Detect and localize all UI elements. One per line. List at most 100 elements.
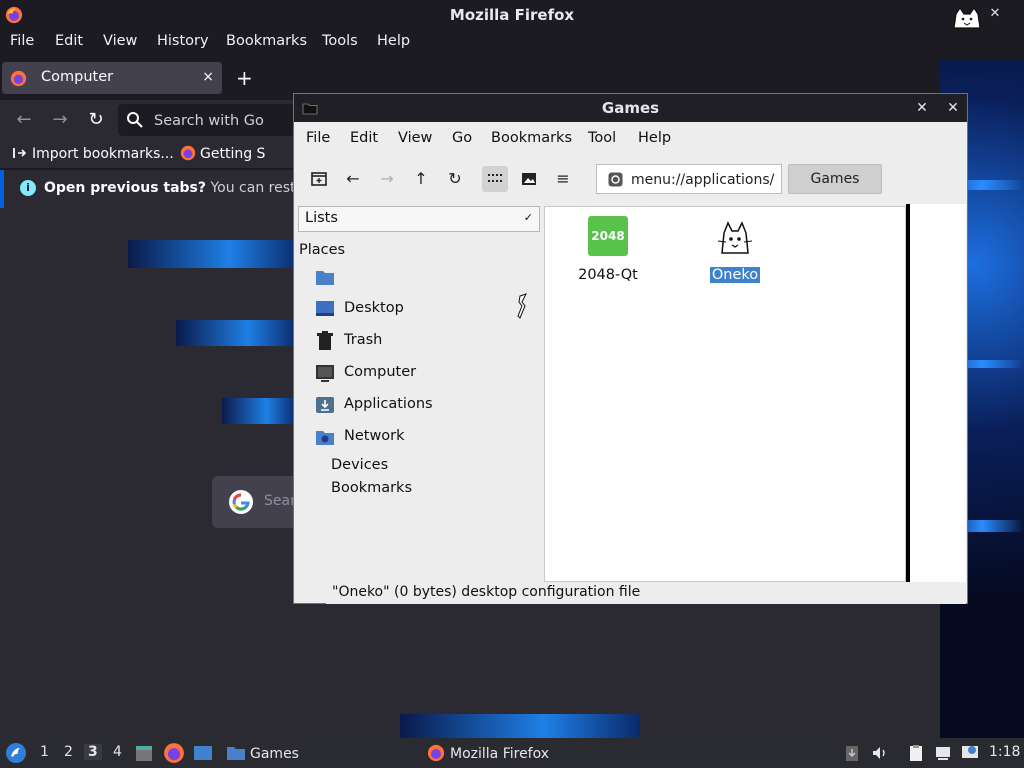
computer-icon <box>316 365 334 382</box>
games-close-button[interactable]: ✕ <box>943 98 963 118</box>
up-arrow-icon[interactable]: ↑ <box>408 166 434 192</box>
oneko-cat-icon <box>953 6 981 29</box>
file-item-oneko[interactable]: Oneko <box>690 215 780 283</box>
file-view-scroll-edge <box>906 204 966 582</box>
status-bar: "Oneko" (0 bytes) desktop configuration … <box>326 582 966 604</box>
chevron-down-icon: ✓ <box>523 211 533 224</box>
tab-computer[interactable]: Computer × <box>2 62 222 94</box>
bookmark-import-label: Import bookmarks... <box>32 146 174 162</box>
icon-view-icon[interactable] <box>482 166 508 192</box>
network-tray-icon[interactable] <box>933 743 953 763</box>
games-menu-bookmarks[interactable]: Bookmarks <box>491 130 572 146</box>
games-menu-edit[interactable]: Edit <box>350 130 378 146</box>
firefox-menu-help[interactable]: Help <box>377 33 410 49</box>
file-manager-launcher-icon[interactable] <box>133 742 155 764</box>
file-item-2048-qt[interactable]: 2048 2048-Qt <box>563 215 653 283</box>
status-text: "Oneko" (0 bytes) desktop configuration … <box>332 584 641 600</box>
side-pane: Lists ✓ Places dartz Desktop Trash Compu… <box>296 204 542 582</box>
firefox-favicon-icon <box>10 70 27 87</box>
path-breadcrumb-games[interactable]: Games <box>788 164 882 194</box>
workspace-2[interactable]: 2 <box>64 744 73 760</box>
tab-title: Computer <box>41 69 114 85</box>
folder-icon <box>227 747 245 760</box>
task-label: Games <box>250 746 299 762</box>
firefox-menu-file[interactable]: File <box>10 33 34 49</box>
network-icon <box>316 431 334 445</box>
workspace-1[interactable]: 1 <box>40 744 49 760</box>
firefox-menu-edit[interactable]: Edit <box>55 33 83 49</box>
firefox-menu-history[interactable]: History <box>157 33 209 49</box>
2048-app-icon: 2048 <box>588 216 628 256</box>
google-icon <box>229 490 253 514</box>
compact-view-icon[interactable]: ≡ <box>550 166 576 192</box>
sidebar-item-label: Network <box>344 428 405 444</box>
new-tab-button[interactable]: + <box>236 66 253 90</box>
firefox-menu-bookmarks[interactable]: Bookmarks <box>226 33 307 49</box>
back-arrow-icon[interactable]: ← <box>340 166 366 192</box>
forward-arrow-icon[interactable]: → <box>48 108 72 132</box>
firefox-close-button[interactable]: ✕ <box>988 7 1002 21</box>
firefox-menu-tools[interactable]: Tools <box>322 33 358 49</box>
search-icon <box>127 112 143 128</box>
back-arrow-icon[interactable]: ← <box>12 108 36 132</box>
updates-tray-icon[interactable] <box>842 743 862 763</box>
places-header: Places <box>299 242 346 258</box>
task-firefox[interactable]: Mozilla Firefox <box>426 744 549 762</box>
firefox-icon <box>427 744 445 762</box>
firefox-menubar: File Edit View History Bookmarks Tools H… <box>0 30 1024 60</box>
firefox-favicon-icon <box>180 145 196 161</box>
location-icon <box>608 172 623 187</box>
applications-icon <box>316 397 334 413</box>
render-artifact <box>128 240 298 268</box>
notification-icon[interactable] <box>960 743 980 763</box>
firefox-window-title: Mozilla Firefox <box>449 6 575 24</box>
clipboard-icon[interactable] <box>906 743 926 763</box>
sidebar-item-label: Desktop <box>344 300 404 316</box>
infobar-text: You can resto <box>210 180 305 196</box>
task-label: Mozilla Firefox <box>450 746 550 762</box>
bookmarks-header[interactable]: Bookmarks <box>331 480 412 496</box>
reload-icon[interactable]: ↻ <box>84 108 108 132</box>
taskbar: 1 2 3 4 Games Mozilla Firefox 1:18 <box>0 738 1024 768</box>
firefox-menu-view[interactable]: View <box>103 33 137 49</box>
render-artifact <box>222 398 296 424</box>
games-menu-tool[interactable]: Tool <box>588 130 616 146</box>
games-menubar: File Edit View Go Bookmarks Tool Help <box>294 122 967 154</box>
workspace-4[interactable]: 4 <box>113 744 122 760</box>
side-pane-mode-select[interactable]: Lists ✓ <box>298 206 540 232</box>
file-name: Oneko <box>709 267 761 283</box>
infobar-message: Open previous tabs? You can resto <box>44 180 304 196</box>
games-menu-view[interactable]: View <box>398 130 432 146</box>
new-tab-icon[interactable] <box>306 166 332 192</box>
games-file-manager-window: Games ✕ ✕ File Edit View Go Bookmarks To… <box>293 93 968 604</box>
show-desktop-icon[interactable] <box>192 742 214 764</box>
volume-icon[interactable] <box>870 743 890 763</box>
workspace-3[interactable]: 3 <box>84 744 102 760</box>
desktop-icon <box>316 301 334 316</box>
games-close-button-inner[interactable]: ✕ <box>912 98 932 118</box>
file-name: 2048-Qt <box>578 267 638 283</box>
devices-header[interactable]: Devices <box>331 457 388 473</box>
thumbnail-view-icon[interactable] <box>516 166 542 192</box>
games-menu-go[interactable]: Go <box>452 130 472 146</box>
forward-arrow-icon[interactable]: → <box>374 166 400 192</box>
games-titlebar[interactable]: Games ✕ ✕ <box>294 94 967 122</box>
file-view[interactable]: 2048 2048-Qt Oneko <box>544 206 906 582</box>
sidebar-item-label: dartz <box>344 268 382 284</box>
bookmark-getting-started[interactable]: Getting S <box>180 145 265 162</box>
infobar-title: Open previous tabs? <box>44 180 207 196</box>
bookmark-import[interactable]: Import bookmarks... <box>12 145 174 162</box>
task-games[interactable]: Games <box>226 744 299 762</box>
games-menu-help[interactable]: Help <box>638 130 671 146</box>
games-menu-file[interactable]: File <box>306 130 330 146</box>
reload-icon[interactable]: ↻ <box>442 166 468 192</box>
bookmark-getting-started-label: Getting S <box>200 146 266 162</box>
firefox-launcher-icon[interactable] <box>163 742 185 764</box>
location-input[interactable] <box>629 169 783 191</box>
trash-icon <box>317 331 333 350</box>
games-window-title: Games <box>601 99 660 117</box>
start-menu-icon[interactable] <box>5 742 27 764</box>
location-bar[interactable] <box>596 164 783 194</box>
tab-close-icon[interactable]: × <box>202 69 214 85</box>
games-toolbar: ← → ↑ ↻ ≡ Games <box>294 154 967 204</box>
